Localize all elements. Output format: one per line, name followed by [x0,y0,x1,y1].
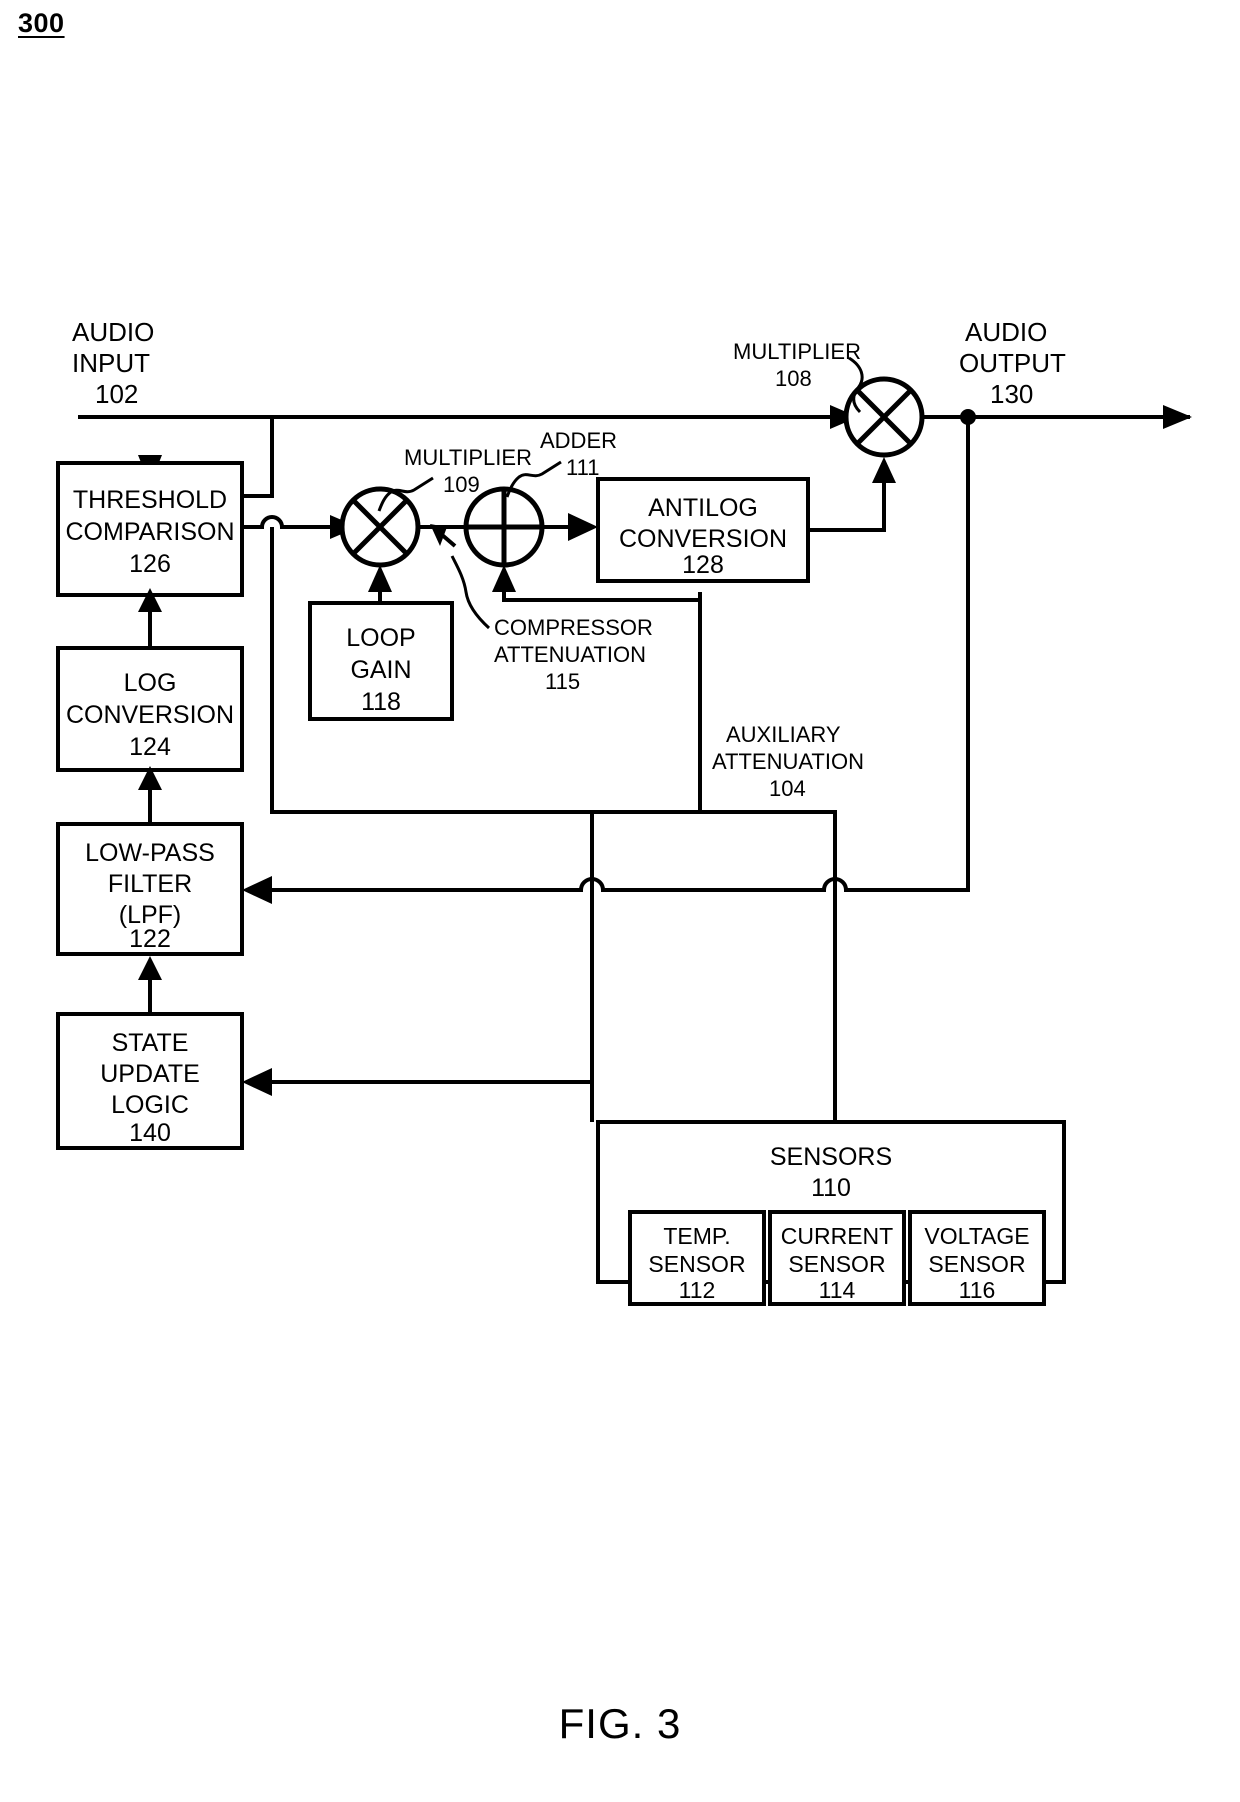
antilog-to-multiplier108 [808,457,896,532]
block-diagram: MULTIPLIER 108 AUDIO INPUT 102 AUDIO OUT… [56,317,1192,1306]
audio-output-line1: AUDIO [965,317,1047,347]
low-pass-filter-line1: LOW-PASS [85,839,215,867]
multiplier-109-label: MULTIPLIER [404,445,532,470]
antilog-conversion-line2: CONVERSION [619,525,787,553]
low-pass-filter-ref: 122 [129,925,171,953]
compressor-attenuation-leader-line [450,555,491,630]
voltage-sensor-ref: 116 [959,1277,996,1303]
loop-gain-arrowhead [368,565,392,592]
antilog-conversion-ref: 128 [682,551,724,579]
auxiliary-attenuation-ref: 104 [769,776,806,801]
block-low-pass-filter: LOW-PASS FILTER (LPF) 122 [56,822,244,956]
low-pass-filter-line2: FILTER [108,870,192,898]
state-to-lpf-arrowhead [138,956,162,980]
compressor-attenuation-wire [502,592,702,602]
audio-input-ref: 102 [95,379,138,409]
patent-figure-page: 300 MULTIPLIER 108 AUDIO INPUT 102 AUDIO… [0,0,1240,1802]
adder-111-ref: 111 [566,455,599,480]
multiplier108-gain-input-arrowhead [872,457,896,483]
current-sensor-line1: CURRENT [781,1223,893,1249]
threshold-output-path-with-hop [242,515,330,529]
voltage-sensor-line2: SENSOR [928,1251,1025,1277]
antilog-conversion-line1: ANTILOG [648,494,758,522]
audio-output-ref: 130 [990,379,1033,409]
state-update-logic-line3: LOGIC [111,1091,189,1119]
voltage-sensor-line1: VOLTAGE [924,1223,1029,1249]
sensors-aux-riser [700,810,837,1122]
loop-gain-ref: 118 [361,688,401,716]
adder-111-label: ADDER [540,428,617,453]
audio-output-line2: OUTPUT [959,348,1066,378]
auxiliary-attenuation-line1: AUXILIARY [726,722,841,747]
state-update-logic-line2: UPDATE [100,1060,200,1088]
current-sensor-ref: 114 [819,1277,856,1303]
threshold-comparison-line2: COMPARISON [66,518,235,546]
audio-output-label: AUDIO OUTPUT 130 [959,317,1066,409]
multiplier-109-ref: 109 [443,472,480,497]
adder-to-antilog [542,513,598,541]
block-threshold-comparison: THRESHOLD COMPARISON 126 [56,461,244,597]
temp-sensor-ref: 112 [679,1277,716,1303]
multiplier-108-label: MULTIPLIER [733,339,861,364]
loop-gain-line1: LOOP [346,624,415,652]
block-state-update-logic: STATE UPDATE LOGIC 140 [56,1012,244,1150]
audio-output-arrowhead [1163,405,1192,429]
block-antilog-conversion: ANTILOG CONVERSION 128 [596,477,810,583]
block-sensors: SENSORS 110 TEMP. SENSOR 112 CURRENT SEN… [596,1120,1066,1306]
threshold-comparison-ref: 126 [129,550,171,578]
auxiliary-attenuation-annotation: AUXILIARY ATTENUATION 104 [712,722,864,801]
log-conversion-line1: LOG [124,669,177,697]
multiplier-109 [339,486,421,568]
sensors-ref: 110 [811,1174,851,1202]
state-update-logic-line1: STATE [112,1029,189,1057]
lpf-feedback-arrowhead [242,876,272,904]
multiplier-108-ref: 108 [775,366,812,391]
sensors-to-state-update [242,812,594,1122]
block-current-sensor: CURRENT SENSOR 114 [768,1210,906,1306]
audio-input-line2: INPUT [72,348,150,378]
temp-sensor-line2: SENSOR [648,1251,745,1277]
antilog-to-multiplier108-path [808,483,886,532]
audio-input-label: AUDIO INPUT 102 [72,317,154,409]
state-update-logic-ref: 140 [129,1119,171,1147]
current-sensor-line2: SENSOR [788,1251,885,1277]
compressor-attenuation-ref: 115 [545,669,580,694]
sensors-to-auxiliary-attenuation [700,810,837,1122]
figure-caption: FIG. 3 [558,1700,682,1747]
auxiliary-attenuation-line2: ATTENUATION [712,749,864,774]
audio-input-line1: AUDIO [72,317,154,347]
sensors-title: SENSORS [770,1143,892,1171]
loop-gain-line2: GAIN [350,656,411,684]
log-conversion-line2: CONVERSION [66,701,234,729]
adder-111 [463,486,545,568]
state-update-input-arrowhead [242,1068,272,1096]
block-voltage-sensor: VOLTAGE SENSOR 116 [908,1210,1046,1306]
block-log-conversion: LOG CONVERSION 124 [56,646,244,772]
log-conversion-ref: 124 [129,733,171,761]
temp-sensor-line1: TEMP. [663,1223,730,1249]
sensors-to-state-path [272,1080,594,1122]
block-loop-gain: LOOP GAIN 118 [308,601,454,721]
threshold-comparison-line1: THRESHOLD [73,486,227,514]
adder111-attenuation-arrowhead [492,565,516,592]
antilog-input-arrowhead [568,513,598,541]
loop-gain-to-multiplier109 [368,565,392,603]
multiplier-108-annotation: MULTIPLIER 108 [733,339,864,414]
block-temp-sensor: TEMP. SENSOR 112 [628,1210,766,1306]
compressor-attenuation-line2: ATTENUATION [494,642,646,667]
compressor-attenuation-line1: COMPRESSOR [494,615,653,640]
